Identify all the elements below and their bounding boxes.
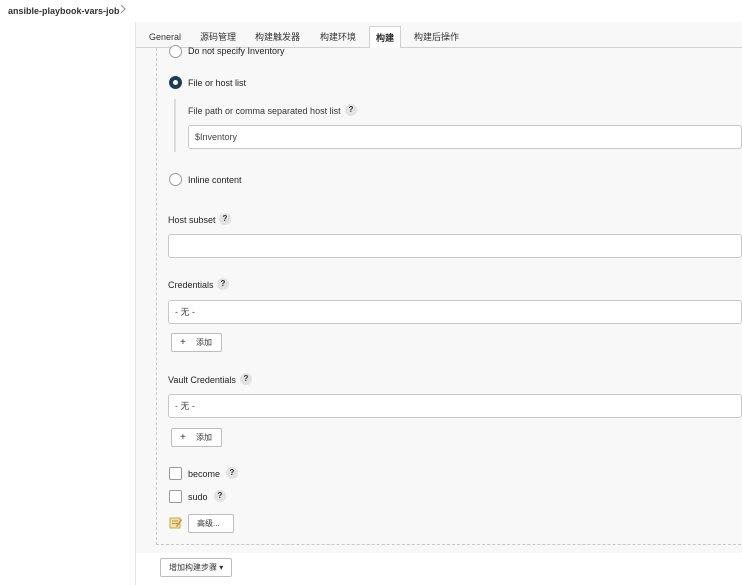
help-icon[interactable]: ?: [226, 467, 238, 479]
vault-credentials-select[interactable]: - 无 -: [168, 394, 742, 418]
become-label: become: [188, 469, 221, 479]
advanced-button[interactable]: 高级...: [188, 514, 234, 533]
add-build-step-button[interactable]: 增加构建步骤 ▾: [160, 558, 233, 577]
file-path-input[interactable]: $Inventory: [188, 125, 742, 149]
tab-general[interactable]: General: [143, 26, 187, 48]
radio-file-or-host-list-label: File or host list: [188, 78, 247, 88]
tab-build-triggers[interactable]: 构建触发器: [249, 26, 306, 48]
become-checkbox[interactable]: [169, 467, 182, 480]
tab-build-environment[interactable]: 构建环境: [314, 26, 362, 48]
plus-icon: +: [180, 432, 186, 443]
add-credentials-button[interactable]: + 添加: [171, 333, 222, 352]
breadcrumb-job-name[interactable]: ansible-playbook-vars-job: [8, 6, 120, 16]
radio-no-inventory[interactable]: [169, 45, 182, 58]
help-icon[interactable]: ?: [217, 278, 229, 290]
radio-no-inventory-label: Do not specify Inventory: [188, 46, 285, 56]
help-icon[interactable]: ?: [240, 373, 252, 385]
add-credentials-label: 添加: [196, 338, 212, 347]
tab-build[interactable]: 构建: [369, 26, 402, 49]
plus-icon: +: [180, 337, 186, 348]
chevron-right-icon[interactable]: [119, 4, 127, 14]
help-icon[interactable]: ?: [219, 213, 231, 225]
help-icon[interactable]: ?: [214, 490, 226, 502]
host-subset-input[interactable]: [168, 234, 742, 258]
notepad-icon: [169, 517, 182, 529]
vault-credentials-label: Vault Credentials: [168, 375, 236, 385]
help-icon[interactable]: ?: [345, 104, 357, 116]
nested-option-rule: [174, 99, 176, 152]
credentials-select[interactable]: - 无 -: [168, 300, 742, 324]
add-vault-credentials-button[interactable]: + 添加: [171, 428, 222, 447]
add-vault-credentials-label: 添加: [196, 433, 212, 442]
build-step-panel: [156, 48, 742, 545]
radio-inline-content-label: Inline content: [188, 175, 242, 185]
radio-inline-content[interactable]: [169, 173, 182, 186]
radio-file-or-host-list[interactable]: [169, 76, 182, 89]
tab-source-control[interactable]: 源码管理: [194, 26, 242, 48]
sudo-checkbox[interactable]: [169, 490, 182, 503]
sidebar: [0, 22, 136, 585]
top-bar: ansible-playbook-vars-job: [0, 0, 742, 22]
file-path-label: File path or comma separated host list: [188, 106, 341, 116]
sudo-label: sudo: [188, 492, 208, 502]
config-tabs: General 源码管理 构建触发器 构建环境 构建 构建后操作: [136, 26, 742, 49]
host-subset-label: Host subset: [168, 215, 216, 225]
credentials-label: Credentials: [168, 280, 214, 290]
tab-post-build[interactable]: 构建后操作: [408, 26, 465, 48]
